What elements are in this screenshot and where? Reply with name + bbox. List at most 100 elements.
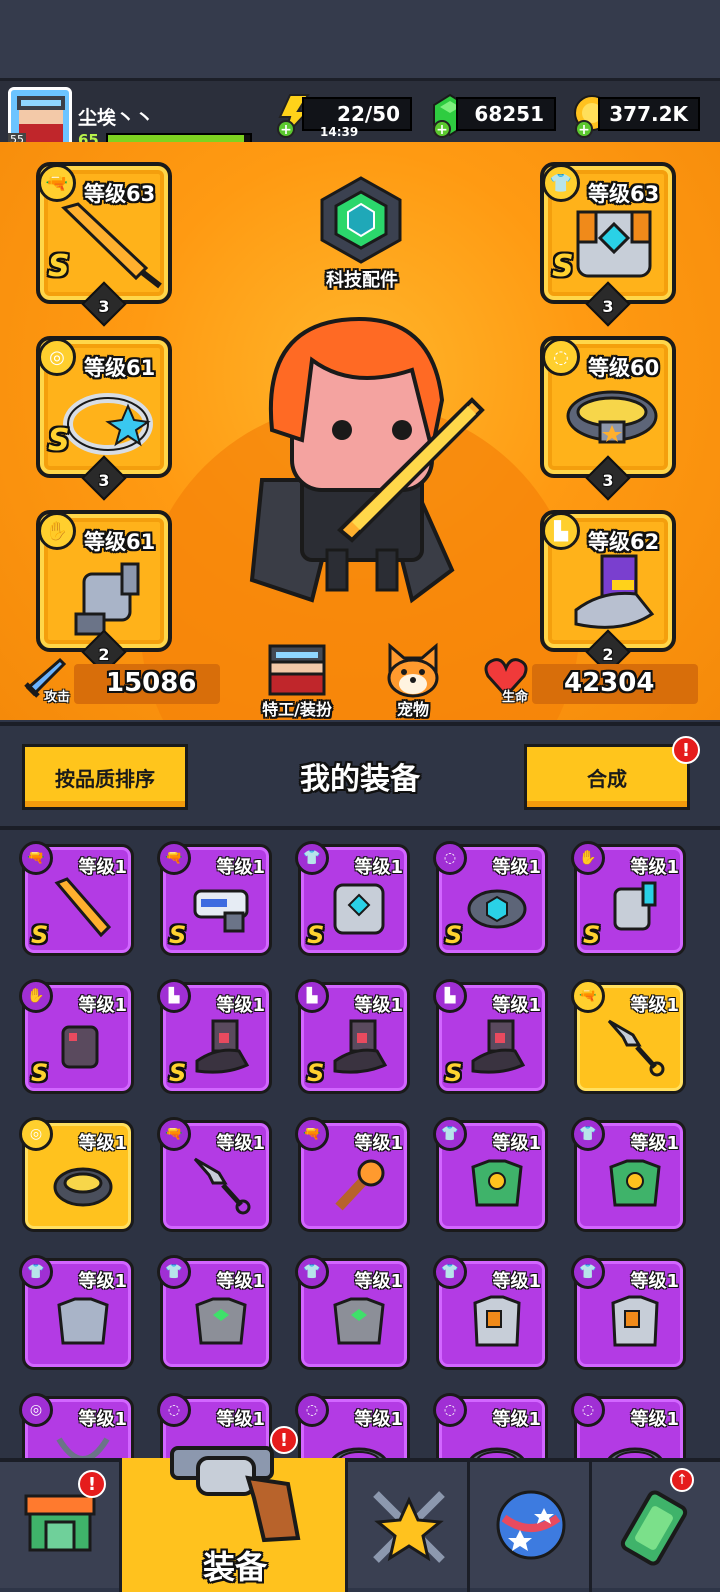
slot-belt[interactable]: ◌ 等级60 3	[540, 336, 676, 501]
item-level: 等级1	[78, 1271, 127, 1292]
item-level: 等级1	[216, 1133, 265, 1154]
item-type-icon: ◌	[157, 1393, 191, 1427]
vest-icon	[611, 1295, 659, 1347]
equipment-section-header: 按品质排序 我的装备 合成 !	[0, 722, 720, 830]
item-type-icon: 🔫	[571, 979, 605, 1013]
equipment-item[interactable]: ◎ 等级1	[19, 1393, 134, 1458]
sort-by-quality-button[interactable]: 按品质排序	[22, 744, 188, 810]
item-level: 等级1	[630, 1271, 679, 1292]
item-type-icon: ◌	[295, 1393, 329, 1427]
item-type-icon: 👕	[19, 1255, 53, 1289]
coin-value: 377.2K	[609, 102, 688, 126]
equipment-item[interactable]: ✋ 等级1 S	[571, 841, 686, 956]
equipment-item[interactable]: 🔫 等级1	[295, 1117, 410, 1232]
equipment-item[interactable]: 🔫 等级1	[157, 1117, 272, 1232]
slot-armor[interactable]: 👕 等级63 S 3	[540, 162, 676, 327]
item-level: 等级1	[354, 995, 403, 1016]
equipment-alert-badge: !	[270, 1426, 298, 1454]
shop-alert-badge: !	[78, 1470, 106, 1498]
equipment-item[interactable]: 👕 等级1	[19, 1255, 134, 1370]
item-level: 等级1	[492, 1409, 541, 1430]
equipment-item[interactable]: 👕 等级1 S	[295, 841, 410, 956]
nav-equipment[interactable]: ! 装备	[122, 1426, 348, 1592]
boots-icon	[574, 554, 655, 629]
hp-label: 生命	[502, 690, 529, 705]
agent-costume-button[interactable]: 特工/装扮	[252, 642, 342, 719]
item-level: 等级1	[492, 995, 541, 1016]
belt-icon	[566, 390, 658, 444]
shop-icon	[24, 1494, 96, 1552]
item-grade: S	[169, 921, 187, 949]
equipment-item[interactable]: ◎ 等级1	[19, 1117, 134, 1232]
star-count: 2	[602, 645, 614, 664]
star-count: 3	[98, 471, 110, 490]
attack-value: 15086	[106, 668, 197, 698]
merge-button[interactable]: 合成	[524, 744, 690, 810]
item-type-icon: 🔫	[157, 1117, 191, 1151]
sword-icon	[54, 877, 112, 938]
glove-type-icon: ✋	[38, 512, 76, 550]
item-type-icon: 🔫	[295, 1117, 329, 1151]
equipment-item[interactable]: ▙ 等级1 S	[295, 979, 410, 1094]
crossed-swords-star-icon	[373, 1491, 445, 1563]
equipment-item[interactable]: 👕 等级1	[157, 1255, 272, 1370]
item-level: 等级1	[492, 1271, 541, 1292]
tech-parts-button[interactable]	[316, 174, 406, 264]
pet-button[interactable]: 宠物	[380, 642, 446, 719]
item-level: 等级1	[354, 1271, 403, 1292]
agent-icon	[268, 644, 326, 696]
equipment-item[interactable]: 👕 等级1	[295, 1255, 410, 1370]
nav-skills[interactable]	[470, 1462, 592, 1592]
hp-value: 42304	[564, 668, 655, 698]
hero-character	[249, 317, 485, 604]
star-count: 3	[602, 297, 614, 316]
gene-icon	[620, 1490, 688, 1566]
equipment-item[interactable]: 🔫 等级1 S	[19, 841, 134, 956]
item-type-icon: ◌	[433, 1393, 467, 1427]
equipment-item[interactable]: ◌ 等级1	[295, 1393, 410, 1458]
item-type-icon: ▙	[295, 979, 329, 1013]
equipment-item[interactable]: ◌ 等级1	[571, 1393, 686, 1458]
equipment-item[interactable]: ▙ 等级1 S	[157, 979, 272, 1094]
weapon-type-icon: 🔫	[38, 164, 76, 202]
item-type-icon: 👕	[433, 1255, 467, 1289]
equipment-item[interactable]: 🔫 等级1	[571, 979, 686, 1094]
slot-boots[interactable]: ▙ 等级62 2	[540, 510, 676, 675]
nav-gene[interactable]: ↑	[592, 1462, 720, 1592]
item-level: 等级1	[216, 857, 265, 878]
kunai-icon	[193, 1157, 251, 1215]
item-grade: S	[31, 921, 49, 949]
ring-type-icon: ◎	[38, 338, 76, 376]
tech-belt-icon	[467, 889, 527, 929]
belt-icon	[331, 1447, 387, 1458]
boots-type-icon: ▙	[542, 512, 580, 550]
player-name: 尘埃丶丶	[78, 107, 155, 129]
item-grade: S	[31, 1059, 49, 1087]
nav-talents[interactable]	[348, 1462, 470, 1592]
steel-armor-icon	[57, 1297, 109, 1345]
item-grade: S	[445, 921, 463, 949]
equipment-item[interactable]: 👕 等级1	[433, 1255, 548, 1370]
slot-weapon[interactable]: 🔫 等级63 S 3	[36, 162, 172, 327]
glove-icon	[74, 562, 140, 636]
equipment-item[interactable]: ✋ 等级1 S	[19, 979, 134, 1094]
equipment-item[interactable]: 👕 等级1	[571, 1117, 686, 1232]
slot-glove[interactable]: ✋ 等级61 2	[36, 510, 172, 675]
kunai-icon	[607, 1019, 665, 1077]
slot-ring[interactable]: ◎ 等级61 S 3	[36, 336, 172, 501]
nav-shop[interactable]: !	[0, 1462, 122, 1592]
necklace-icon	[56, 1437, 110, 1458]
equipment-item[interactable]: ▙ 等级1 S	[433, 979, 548, 1094]
equipment-item[interactable]: ◌ 等级1 S	[433, 841, 548, 956]
item-level: 等级1	[630, 995, 679, 1016]
equipment-item[interactable]: 🔫 等级1 S	[157, 841, 272, 956]
coin-counter: 377.2K	[598, 97, 700, 131]
item-level: 等级1	[354, 1133, 403, 1154]
equipment-item[interactable]: 👕 等级1	[571, 1255, 686, 1370]
item-level: 等级1	[78, 995, 127, 1016]
item-type-icon: 🔫	[157, 841, 191, 875]
attack-label: 攻击	[44, 690, 71, 705]
equipment-item[interactable]: ◌ 等级1	[433, 1393, 548, 1458]
equipment-item[interactable]: 👕 等级1	[433, 1117, 548, 1232]
pet-label: 宠物	[396, 700, 429, 719]
